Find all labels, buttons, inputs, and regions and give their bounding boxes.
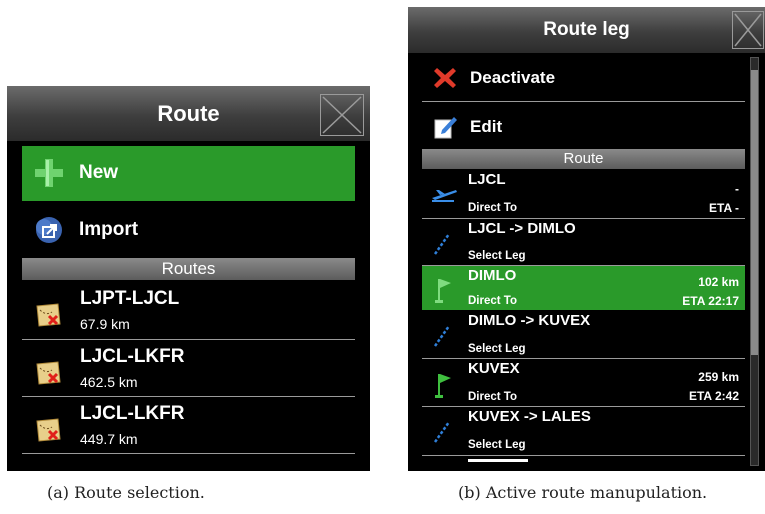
- list-item[interactable]: LJCL-LKFR 462.5 km: [22, 340, 355, 396]
- leg-name: KUVEX -> LALES: [468, 408, 591, 425]
- waypoint-distance: -: [735, 182, 739, 196]
- route-map-icon: [36, 303, 61, 327]
- leg-name: LJCL -> DIMLO: [468, 220, 576, 237]
- waypoint-action: Direct To: [468, 202, 517, 214]
- waypoint-eta: ETA 2:42: [688, 389, 739, 403]
- waypoint-item-active[interactable]: DIMLO Direct To 102 km ETA 22:17: [422, 266, 745, 310]
- route-map-icon: [36, 361, 61, 385]
- list-item[interactable]: LJCL-LKFR 449.7 km: [22, 397, 355, 453]
- route-name: LJCL-LKFR: [80, 403, 185, 424]
- scrollbar[interactable]: [750, 57, 759, 466]
- waypoint-eta: ETA -: [709, 201, 739, 215]
- close-icon: [734, 13, 762, 47]
- flag-icon: [435, 279, 451, 303]
- caption-b: (b) Active route manupulation.: [458, 483, 708, 502]
- route-map-icon: [36, 418, 61, 442]
- close-button[interactable]: [732, 11, 764, 49]
- leg-action: Select Leg: [468, 439, 526, 451]
- plus-icon: [35, 159, 63, 187]
- airport-icon: [432, 190, 457, 202]
- waypoint-name: DIMLO: [468, 267, 517, 284]
- waypoint-name: KUVEX: [468, 360, 520, 377]
- route-section-header: Route: [422, 149, 745, 169]
- divider: [22, 453, 355, 454]
- leg-action: Select Leg: [468, 250, 526, 262]
- route-selection-panel: Route New Import Routes LJPT-LJCL 67.9 k…: [7, 86, 370, 471]
- divider: [422, 455, 745, 456]
- leg-item[interactable]: KUVEX -> LALES Select Leg: [422, 407, 745, 455]
- waypoint-item[interactable]: LJCL Direct To - ETA -: [422, 170, 745, 217]
- leg-item[interactable]: LJCL -> DIMLO Select Leg: [422, 219, 745, 265]
- close-button[interactable]: [320, 94, 364, 136]
- waypoint-item[interactable]: KUVEX Direct To 259 km ETA 2:42: [422, 359, 745, 406]
- deactivate-button[interactable]: Deactivate: [422, 53, 745, 101]
- route-distance: 67.9 km: [80, 316, 130, 332]
- caption-a: (a) Route selection.: [47, 483, 205, 502]
- edit-label: Edit: [470, 117, 503, 136]
- next-item-partial: [468, 459, 528, 468]
- new-label: New: [79, 162, 119, 183]
- import-button[interactable]: Import: [22, 203, 355, 258]
- route-name: LJPT-LJCL: [80, 288, 180, 309]
- leg-item[interactable]: DIMLO -> KUVEX Select Leg: [422, 311, 745, 358]
- edit-icon: [434, 117, 457, 139]
- waypoint-distance: 259 km: [698, 370, 739, 384]
- waypoint-action: Direct To: [468, 391, 517, 403]
- leg-name: DIMLO -> KUVEX: [468, 312, 591, 329]
- import-label: Import: [79, 219, 139, 240]
- leg-icon: [433, 325, 451, 347]
- waypoint-name: LJCL: [468, 171, 506, 188]
- close-icon: [322, 96, 362, 134]
- waypoint-eta: ETA 22:17: [682, 294, 739, 308]
- leg-icon: [433, 421, 451, 443]
- list-item[interactable]: LJPT-LJCL 67.9 km: [22, 282, 355, 338]
- red-x-icon: [434, 68, 456, 88]
- routes-section-header: Routes: [22, 258, 355, 280]
- deactivate-label: Deactivate: [470, 68, 556, 87]
- import-icon: [36, 217, 62, 243]
- route-name: LJCL-LKFR: [80, 346, 185, 367]
- route-title: Route: [7, 86, 370, 141]
- edit-button[interactable]: Edit: [422, 102, 745, 149]
- route-leg-title: Route leg: [408, 7, 765, 53]
- new-route-button[interactable]: New: [22, 146, 355, 201]
- leg-icon: [433, 233, 451, 255]
- waypoint-distance: 102 km: [698, 275, 739, 289]
- leg-action: Select Leg: [468, 343, 526, 355]
- flag-icon: [435, 374, 451, 398]
- scrollbar-thumb[interactable]: [751, 70, 758, 355]
- route-distance: 449.7 km: [80, 431, 138, 447]
- route-distance: 462.5 km: [80, 374, 138, 390]
- waypoint-action: Direct To: [468, 295, 517, 307]
- route-leg-panel: Route leg Deactivate Edit Route LJCL Dir…: [408, 7, 765, 471]
